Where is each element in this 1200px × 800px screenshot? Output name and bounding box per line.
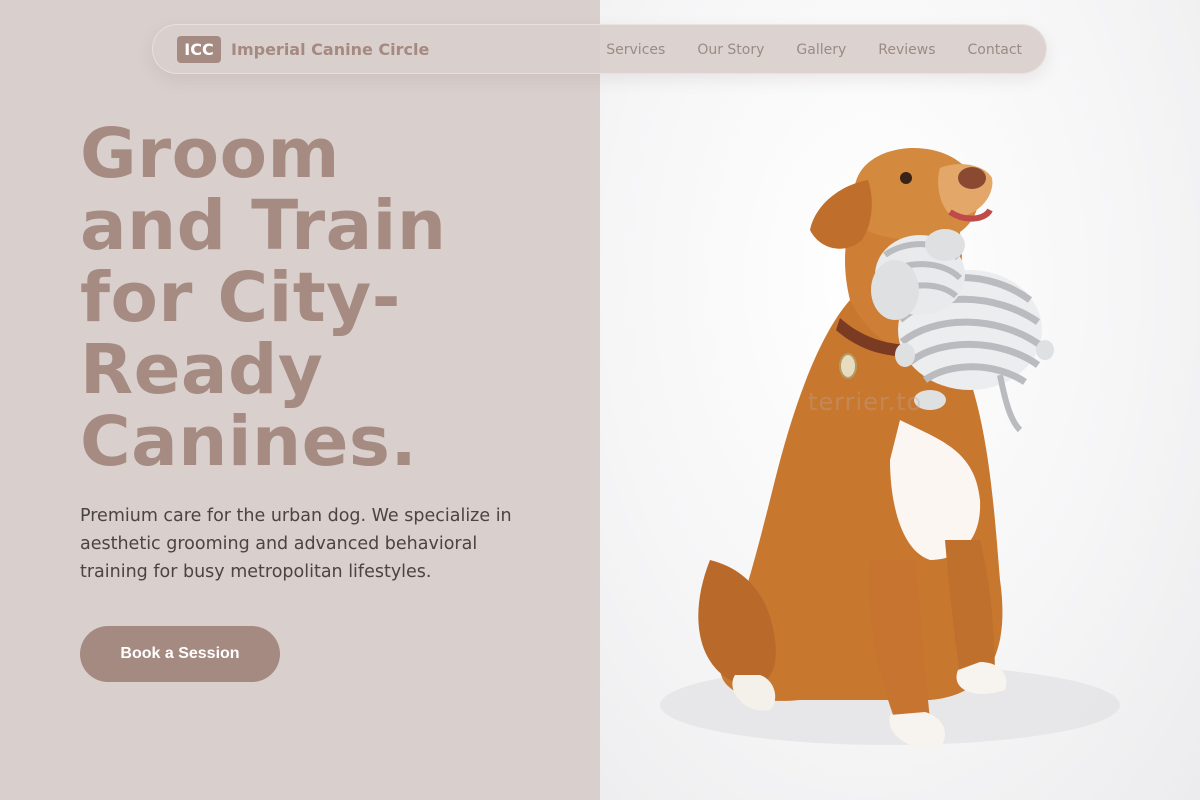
book-session-button[interactable]: Book a Session — [80, 626, 280, 682]
top-navbar: ICC Imperial Canine Circle Services Our … — [152, 24, 1047, 74]
nav-link-contact[interactable]: Contact — [968, 42, 1022, 58]
hero-title-line: for City- — [80, 258, 401, 338]
hero-description: Premium care for the urban dog. We speci… — [80, 506, 512, 582]
image-watermark: terrier.to — [808, 388, 923, 416]
hero-photo: terrier.to — [600, 0, 1200, 800]
nav-link-services[interactable]: Services — [606, 42, 665, 58]
nav-links: Services Our Story Gallery Reviews Conta… — [606, 25, 1022, 75]
hero-title-line: Groom — [80, 114, 340, 194]
brand-badge: ICC — [177, 36, 221, 63]
hero-title: Groom and Train for City- Ready Canines. — [80, 118, 520, 478]
hero-title-line: and Train — [80, 186, 447, 266]
nav-link-reviews[interactable]: Reviews — [878, 42, 935, 58]
nav-link-our-story[interactable]: Our Story — [697, 42, 764, 58]
brand-logo[interactable]: ICC Imperial Canine Circle — [177, 36, 429, 63]
hero-title-line: Canines. — [80, 402, 418, 482]
hero-title-line: Ready — [80, 330, 324, 410]
nav-link-gallery[interactable]: Gallery — [796, 42, 846, 58]
brand-name: Imperial Canine Circle — [231, 40, 430, 59]
